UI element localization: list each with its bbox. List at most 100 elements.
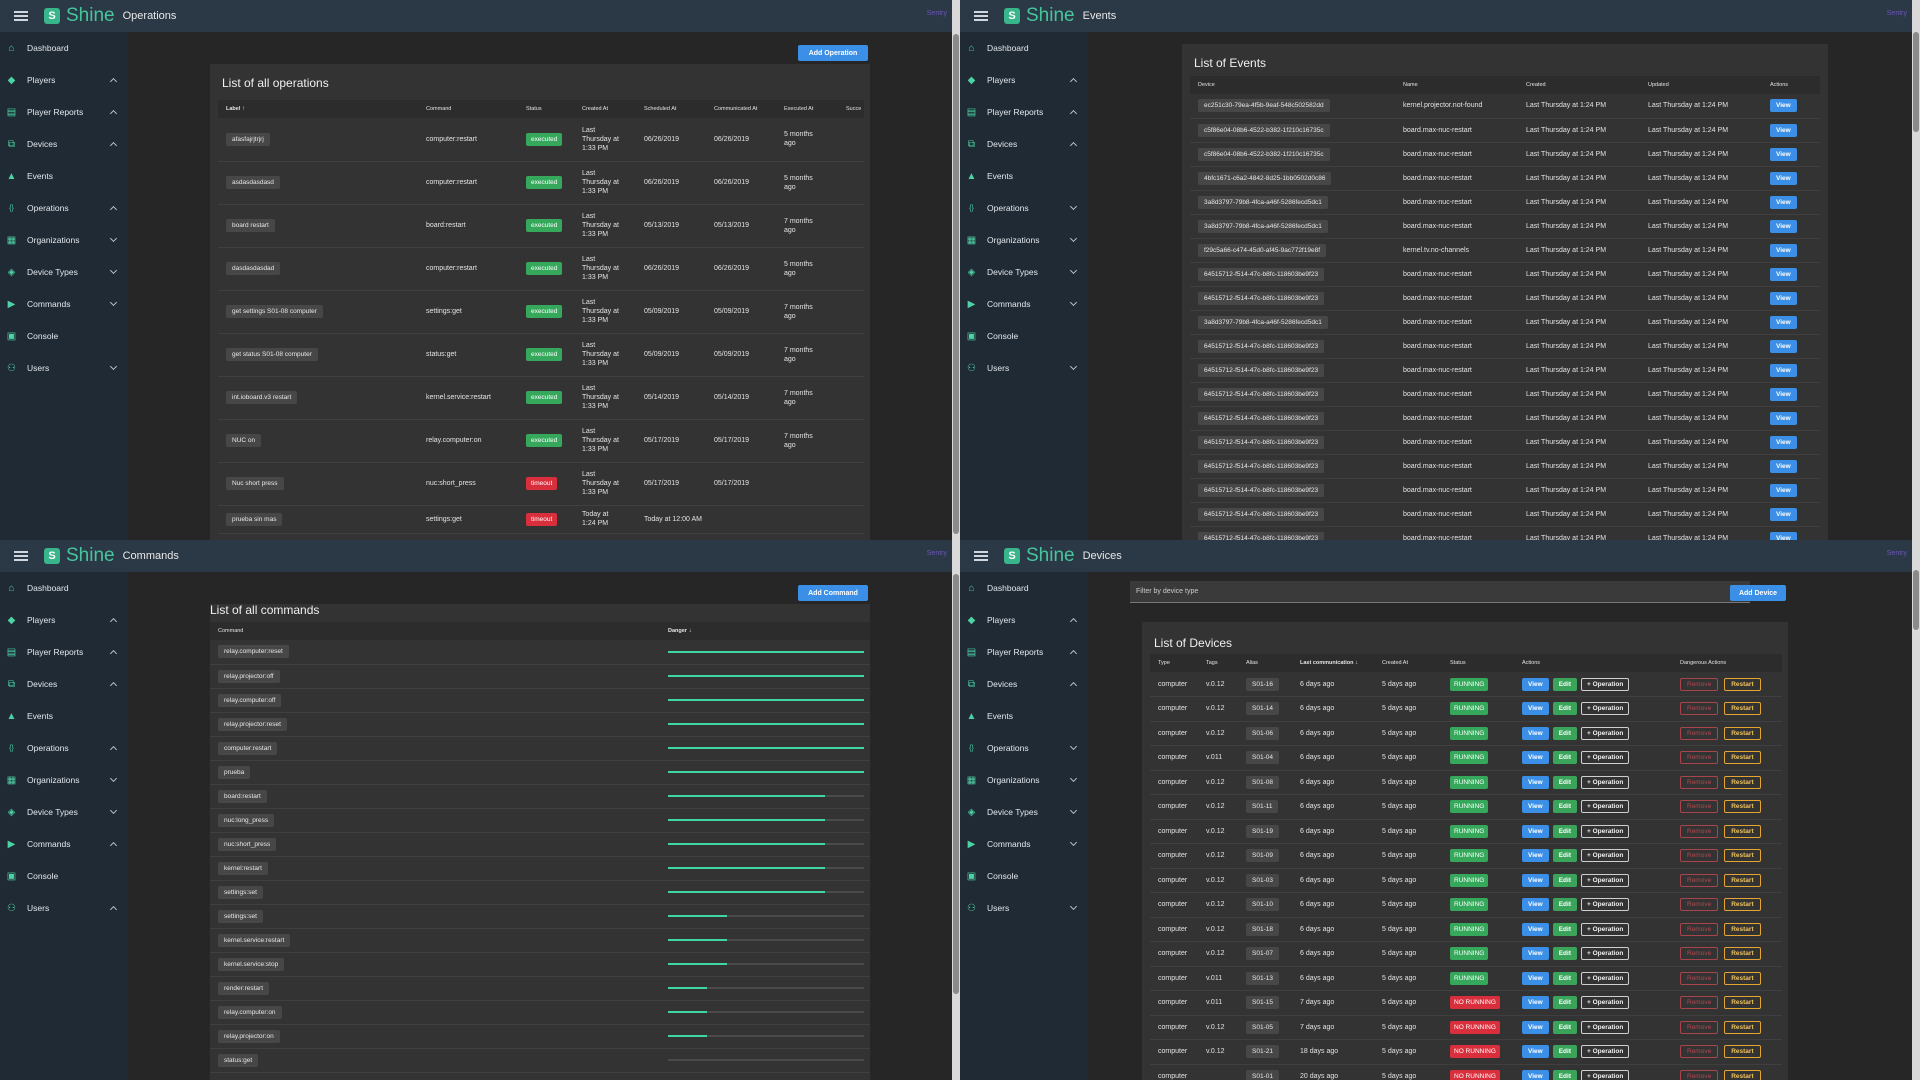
edit-button[interactable]: Edit [1552,849,1577,863]
edit-button[interactable]: Edit [1552,702,1577,716]
restart-button[interactable]: Restart [1724,1045,1761,1059]
restart-button[interactable]: Restart [1724,824,1761,838]
sidebar-item-commands[interactable]: ▶ Commands [0,288,128,320]
sidebar-item-console[interactable]: ▣ Console [0,320,128,352]
sort-down-icon[interactable]: ↓ [687,628,692,634]
restart-button[interactable]: Restart [1724,971,1761,985]
chevron-down-icon[interactable] [109,298,118,307]
view-button[interactable]: View [1522,1045,1549,1059]
restart-button[interactable]: Restart [1724,947,1761,961]
chevron-down-icon[interactable] [109,806,118,815]
table-row[interactable]: 64515712-f514-47c-b8fc-118603be9f23 board… [1190,382,1820,407]
chevron-up-icon[interactable] [109,205,118,214]
table-row[interactable]: prueba sin mas settings:get timeout Today a… [218,505,864,534]
chevron-up-icon[interactable] [1069,617,1078,626]
view-button[interactable]: View [1770,267,1797,281]
table-row[interactable]: computer S01-01 20 days ago 5 days ago NO RU… [1150,1064,1782,1080]
view-button[interactable]: View [1522,1069,1549,1080]
remove-button[interactable]: Remove [1680,800,1719,814]
table-row[interactable]: 64515712-f514-47c-b8fc-118603be9f23 board… [1190,430,1820,455]
table-row[interactable]: computer v.0.12 S01-21 18 days ago 5 days ag… [1150,1039,1782,1065]
chevron-down-icon[interactable] [1069,838,1078,847]
column-header[interactable]: Danger ↓ [660,622,870,640]
sidebar-item-organizations[interactable]: ▦ Organizations [960,224,1088,256]
restart-button[interactable]: Restart [1724,922,1761,936]
remove-button[interactable]: Remove [1680,996,1719,1010]
restart-button[interactable]: Restart [1724,996,1761,1010]
remove-button[interactable]: Remove [1680,922,1719,936]
chevron-down-icon[interactable] [1069,902,1078,911]
table-row[interactable]: computer v.0.12 S01-08 6 days ago 5 days ago… [1150,770,1782,795]
remove-button[interactable]: Remove [1680,702,1719,716]
view-button[interactable]: View [1522,947,1549,961]
add-operation-button[interactable]: + Operation [1580,996,1630,1010]
view-button[interactable]: View [1770,507,1797,521]
chevron-down-icon[interactable] [1069,266,1078,275]
add-operation-button[interactable]: + Operation [1580,800,1630,814]
view-button[interactable]: View [1522,775,1549,789]
table-row[interactable]: status:get [210,1048,870,1073]
sidebar-item-devices[interactable]: ⧉ Devices [0,668,128,700]
chevron-up-icon[interactable] [1069,649,1078,658]
sidebar-item-events[interactable]: ▲ Events [960,700,1088,732]
edit-button[interactable]: Edit [1552,751,1577,765]
table-row[interactable]: 4bfc1671-c6a2-4842-8d25-1bb0502d0c86 boar… [1190,166,1820,191]
view-button[interactable]: View [1522,1020,1549,1034]
add-operation-button[interactable]: + Operation [1580,702,1630,716]
chevron-up-icon[interactable] [109,77,118,86]
edit-button[interactable]: Edit [1552,922,1577,936]
sort-down-icon[interactable]: ↓ [1353,660,1358,666]
sidebar-item-devices[interactable]: ⧉ Devices [960,128,1088,160]
table-row[interactable]: get settings S01-08 computer settings:get… [218,290,864,334]
restart-button[interactable]: Restart [1724,1069,1761,1080]
table-row[interactable]: ec251c30-79ea-4f5b-9eaf-548c502582dd kern… [1190,94,1820,119]
sidebar-item-console[interactable]: ▣ Console [0,860,128,892]
add-operation-button[interactable]: + Operation [1580,751,1630,765]
sentry-link[interactable]: Sentry [927,10,947,17]
table-row[interactable]: 64515712-f514-47c-b8fc-118603be9f23 board… [1190,286,1820,311]
chevron-up-icon[interactable] [109,745,118,754]
view-button[interactable]: View [1770,435,1797,449]
table-row[interactable]: dasdasdasdad computer:restart executed Last… [218,247,864,291]
table-row[interactable]: kernel:restart [210,856,870,881]
table-row[interactable]: settings:set [210,904,870,929]
sidebar-item-commands[interactable]: ▶ Commands [0,828,128,860]
view-button[interactable]: View [1770,219,1797,233]
chevron-up-icon[interactable] [109,649,118,658]
scrollbar[interactable] [1912,0,1920,540]
view-button[interactable]: View [1522,996,1549,1010]
table-row[interactable]: nuc:long_press [210,808,870,833]
table-row[interactable]: 64515712-f514-47c-b8fc-118603be9f23 board… [1190,334,1820,359]
column-header[interactable]: Last communication ↓ [1292,654,1374,672]
sidebar-item-player-reports[interactable]: ▤ Player Reports [960,96,1088,128]
restart-button[interactable]: Restart [1724,677,1761,691]
sidebar-item-operations[interactable]: {} Operations [960,192,1088,224]
table-row[interactable]: computer v.0.12 S01-19 6 days ago 5 days ago… [1150,819,1782,844]
chevron-down-icon[interactable] [109,234,118,243]
edit-button[interactable]: Edit [1552,947,1577,961]
table-row[interactable]: computer v.0.12 S01-10 6 days ago 5 days ago… [1150,892,1782,918]
sidebar-item-dashboard[interactable]: ⌂ Dashboard [960,32,1088,64]
edit-button[interactable]: Edit [1552,1045,1577,1059]
edit-button[interactable]: Edit [1552,971,1577,985]
table-row[interactable]: computer v.0.12 S01-09 6 days ago 5 days ago… [1150,843,1782,869]
chevron-up-icon[interactable] [1069,681,1078,690]
add-operation-button[interactable]: + Operation [1580,971,1630,985]
table-row[interactable]: get status S01-08 computer status:get exec… [218,333,864,377]
table-row[interactable]: computer v.011 S01-13 6 days ago 5 days ago R… [1150,966,1782,991]
table-row[interactable]: computer v.011 S01-15 7 days ago 5 days ago N… [1150,990,1782,1016]
sidebar-item-users[interactable]: ⚇ Users [960,352,1088,384]
add-operation-button[interactable]: + Operation [1580,898,1630,912]
table-row[interactable]: relay.projector:reset [210,712,870,737]
restart-button[interactable]: Restart [1724,873,1761,887]
view-button[interactable]: View [1770,147,1797,161]
table-row[interactable]: NUC on relay.computer:on executed Last Thur… [218,419,864,463]
menu-icon[interactable] [974,551,988,561]
add-operation-button[interactable]: + Operation [1580,824,1630,838]
table-row[interactable]: 3a8d3797-79b8-4fca-a46f-5286fecd5dc1 boar… [1190,190,1820,215]
view-button[interactable]: View [1770,483,1797,497]
add-operation-button[interactable]: + Operation [1580,726,1630,740]
restart-button[interactable]: Restart [1724,726,1761,740]
restart-button[interactable]: Restart [1724,898,1761,912]
view-button[interactable]: View [1770,291,1797,305]
